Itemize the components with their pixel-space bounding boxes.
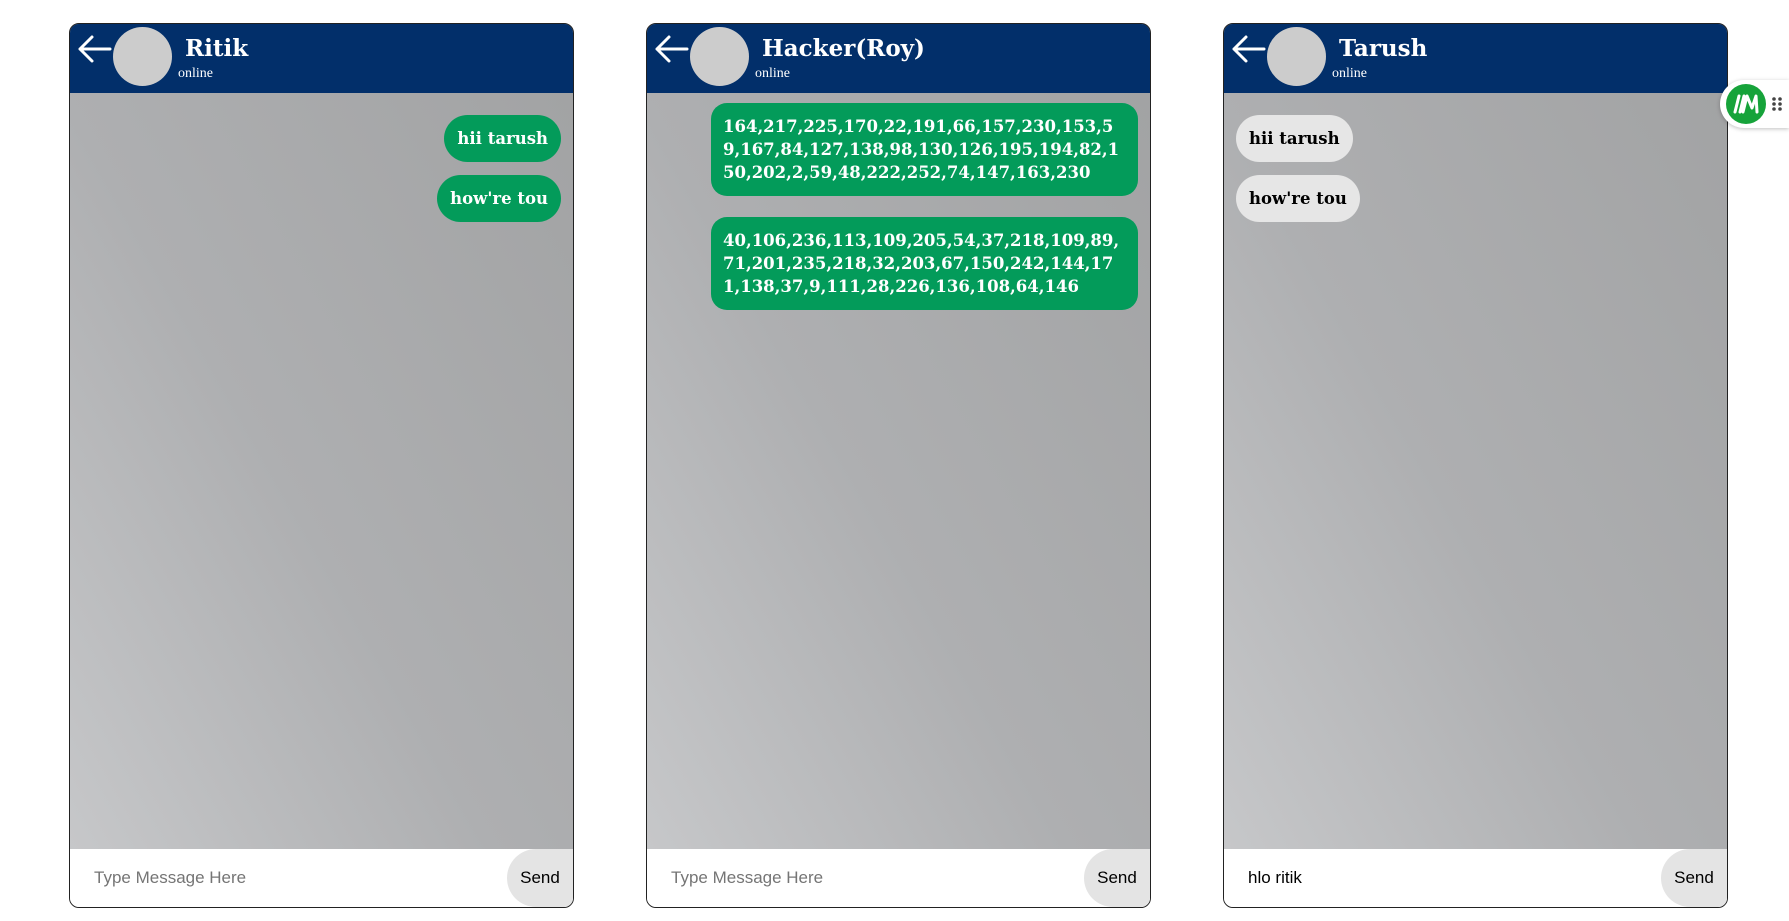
contact-status: online — [755, 66, 790, 81]
extension-widget[interactable] — [1720, 80, 1789, 128]
message-composer: Send — [70, 849, 573, 907]
message-bubble: hii tarush — [444, 115, 561, 162]
message-bubble: hii tarush — [1236, 115, 1353, 162]
message-list[interactable]: hii tarush how're tou — [70, 93, 573, 869]
send-button[interactable]: Send — [507, 849, 573, 907]
contact-name: Ritik — [185, 35, 249, 62]
send-button[interactable]: Send — [1661, 849, 1727, 907]
avatar[interactable] — [1267, 27, 1326, 86]
avatar[interactable] — [113, 27, 172, 86]
back-arrow-icon[interactable] — [1230, 34, 1266, 64]
chat-window-tarush: Tarush online hii tarush how're tou Send — [1223, 23, 1728, 908]
chat-window-ritik: Ritik online hii tarush how're tou Send — [69, 23, 574, 908]
contact-name: Tarush — [1339, 35, 1428, 62]
chat-header: Tarush online — [1224, 24, 1727, 93]
back-arrow-icon[interactable] — [76, 34, 112, 64]
message-bubble: how're tou — [1236, 175, 1360, 222]
chat-header: Hacker(Roy) online — [647, 24, 1150, 93]
drag-grip-icon[interactable] — [1771, 94, 1783, 114]
message-bubble: 40,106,236,113,109,205,54,37,218,109,89,… — [711, 217, 1138, 310]
message-bubble: how're tou — [437, 175, 561, 222]
message-input[interactable] — [659, 855, 1031, 901]
message-composer: Send — [647, 849, 1150, 907]
contact-status: online — [1332, 66, 1367, 81]
page: Ritik online hii tarush how're tou Send … — [0, 0, 1789, 921]
message-composer: Send — [1224, 849, 1727, 907]
contact-name: Hacker(Roy) — [762, 35, 925, 62]
send-button[interactable]: Send — [1084, 849, 1150, 907]
message-list[interactable]: hii tarush how're tou — [1224, 93, 1727, 869]
chat-window-hacker: Hacker(Roy) online 164,217,225,170,22,19… — [646, 23, 1151, 908]
message-bubble: 164,217,225,170,22,191,66,157,230,153,59… — [711, 103, 1138, 196]
message-input[interactable] — [1236, 855, 1608, 901]
extension-logo-icon[interactable] — [1726, 84, 1766, 124]
avatar[interactable] — [690, 27, 749, 86]
message-list[interactable]: 164,217,225,170,22,191,66,157,230,153,59… — [647, 93, 1150, 869]
contact-status: online — [178, 66, 213, 81]
chat-header: Ritik online — [70, 24, 573, 93]
message-input[interactable] — [82, 855, 454, 901]
back-arrow-icon[interactable] — [653, 34, 689, 64]
